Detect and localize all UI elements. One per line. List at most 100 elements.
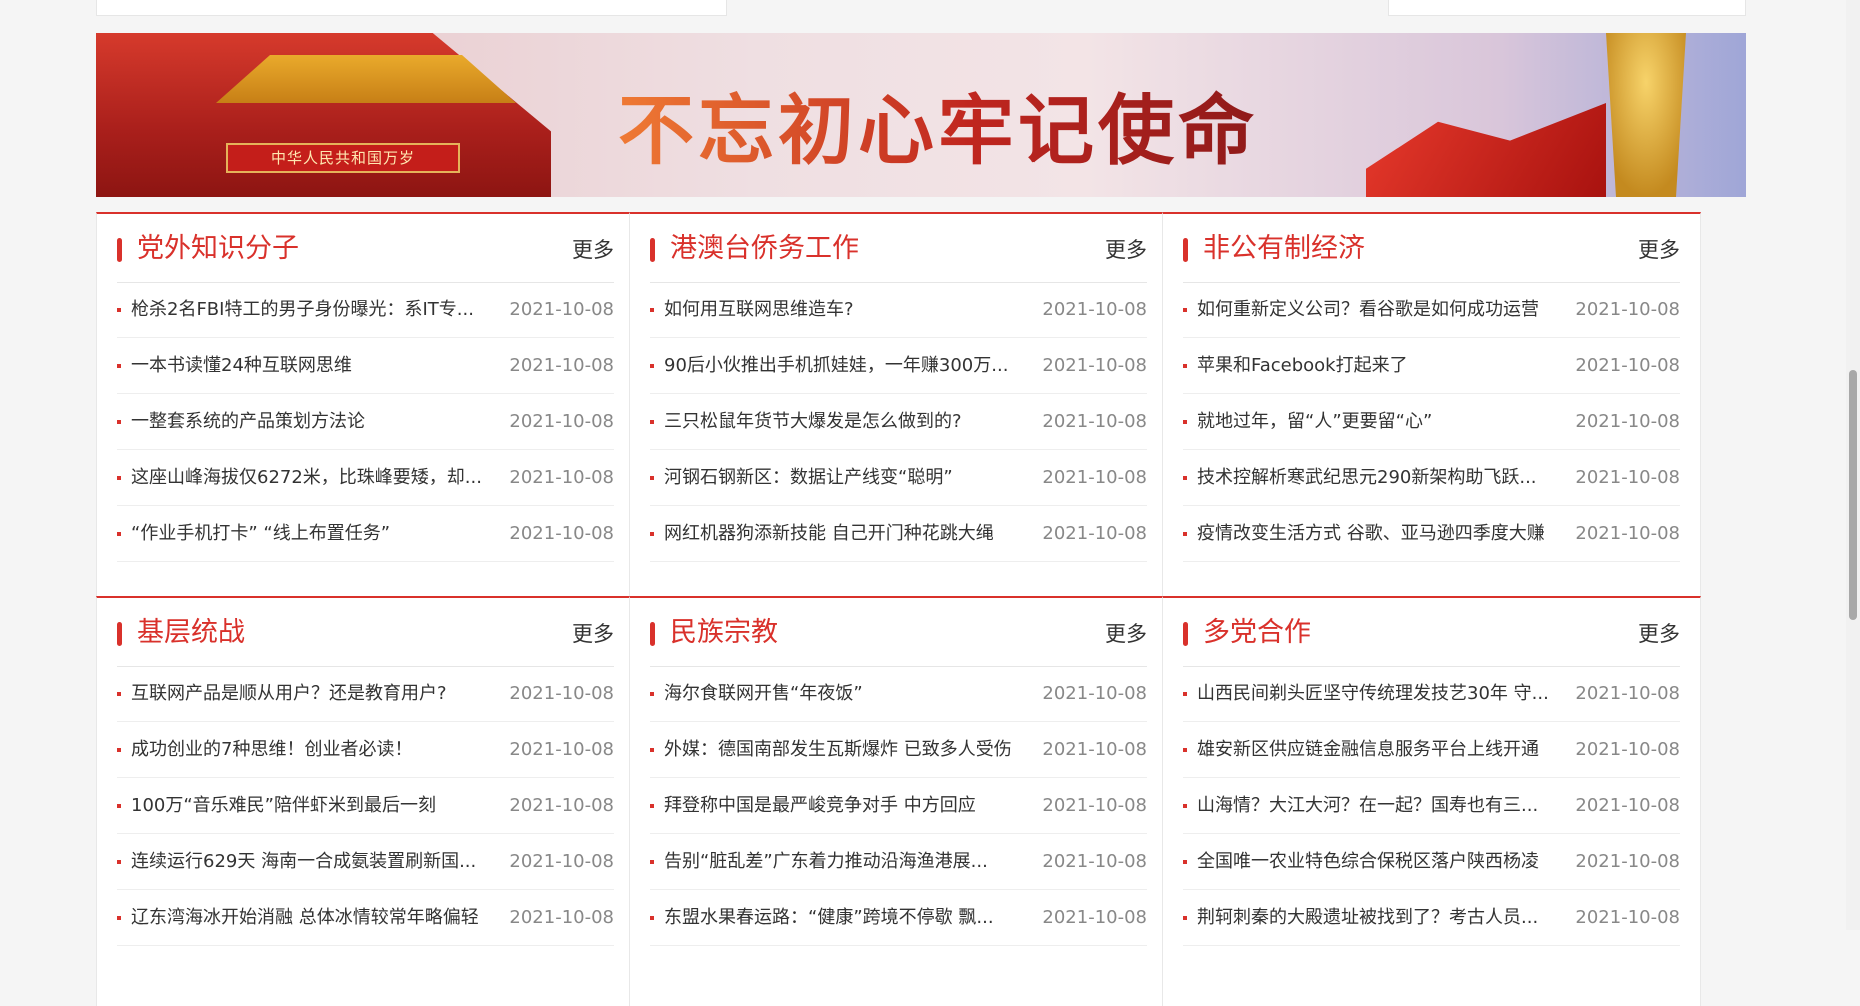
more-link[interactable]: 更多	[1105, 236, 1147, 264]
news-title-link[interactable]: 河钢石钢新区：数据让产线变“聪明”	[664, 450, 1034, 505]
news-date: 2021-10-08	[509, 739, 614, 760]
news-title-link[interactable]: 这座山峰海拔仅6272米，比珠峰要矮，却...	[131, 450, 501, 505]
news-title-link[interactable]: 外媒：德国南部发生瓦斯爆炸 已致多人受伤	[664, 722, 1034, 777]
news-item[interactable]: 90后小伙推出手机抓娃娃，一年赚300万... 2021-10-08	[650, 338, 1147, 394]
bullet-icon	[117, 804, 121, 808]
news-title-link[interactable]: 辽东湾海冰开始消融 总体冰情较常年略偏轻	[131, 890, 501, 945]
news-title-link[interactable]: 网红机器狗添新技能 自己开门种花跳大绳	[664, 506, 1034, 561]
news-item[interactable]: 海尔食联网开售“年夜饭” 2021-10-08	[650, 666, 1147, 722]
section-title[interactable]: 基层统战	[137, 616, 245, 650]
news-title-link[interactable]: 山海情？大江大河？在一起？国寿也有三...	[1197, 778, 1567, 833]
news-title-link[interactable]: 三只松鼠年货节大爆发是怎么做到的?	[664, 394, 1034, 449]
news-item[interactable]: 连续运行629天 海南一合成氨装置刷新国... 2021-10-08	[117, 834, 614, 890]
news-date: 2021-10-08	[509, 851, 614, 872]
bullet-icon	[117, 860, 121, 864]
news-date: 2021-10-08	[509, 523, 614, 544]
news-item[interactable]: 拜登称中国是最严峻竞争对手 中方回应 2021-10-08	[650, 778, 1147, 834]
news-item[interactable]: 山海情？大江大河？在一起？国寿也有三... 2021-10-08	[1183, 778, 1680, 834]
news-item[interactable]: 一整套系统的产品策划方法论 2021-10-08	[117, 394, 614, 450]
news-item[interactable]: 全国唯一农业特色综合保税区落户陕西杨凌 2021-10-08	[1183, 834, 1680, 890]
bullet-icon	[650, 308, 654, 312]
news-date: 2021-10-08	[1575, 907, 1680, 928]
news-item[interactable]: 东盟水果春运路：“健康”跨境不停歇 飘... 2021-10-08	[650, 890, 1147, 946]
news-title-link[interactable]: 东盟水果春运路：“健康”跨境不停歇 飘...	[664, 890, 1034, 945]
news-title-link[interactable]: 一本书读懂24种互联网思维	[131, 338, 501, 393]
news-item[interactable]: 如何重新定义公司？看谷歌是如何成功运营 2021-10-08	[1183, 282, 1680, 338]
news-item[interactable]: 网红机器狗添新技能 自己开门种花跳大绳 2021-10-08	[650, 506, 1147, 562]
news-title-link[interactable]: 100万“音乐难民”陪伴虾米到最后一刻	[131, 778, 501, 833]
section-title[interactable]: 非公有制经济	[1203, 232, 1365, 266]
news-list: 枪杀2名FBI特工的男子身份曝光：系IT专... 2021-10-08 一本书读懂2…	[117, 282, 614, 562]
news-date: 2021-10-08	[509, 411, 614, 432]
news-title-link[interactable]: 告别“脏乱差”广东着力推动沿海渔港展...	[664, 834, 1034, 889]
news-date: 2021-10-08	[509, 299, 614, 320]
news-title-link[interactable]: 90后小伙推出手机抓娃娃，一年赚300万...	[664, 338, 1034, 393]
news-title-link[interactable]: 一整套系统的产品策划方法论	[131, 394, 501, 449]
bullet-icon	[650, 420, 654, 424]
news-title-link[interactable]: 连续运行629天 海南一合成氨装置刷新国...	[131, 834, 501, 889]
news-item[interactable]: 辽东湾海冰开始消融 总体冰情较常年略偏轻 2021-10-08	[117, 890, 614, 946]
news-item[interactable]: 雄安新区供应链金融信息服务平台上线开通 2021-10-08	[1183, 722, 1680, 778]
news-item[interactable]: 河钢石钢新区：数据让产线变“聪明” 2021-10-08	[650, 450, 1147, 506]
news-title-link[interactable]: 拜登称中国是最严峻竞争对手 中方回应	[664, 778, 1034, 833]
news-title-link[interactable]: 互联网产品是顺从用户？还是教育用户?	[131, 666, 501, 721]
news-item[interactable]: 技术控解析寒武纪思元290新架构助飞跃... 2021-10-08	[1183, 450, 1680, 506]
news-list: 如何用互联网思维造车? 2021-10-08 90后小伙推出手机抓娃娃，一年赚300…	[650, 282, 1147, 562]
news-title-link[interactable]: 荆轲刺秦的大殿遗址被找到了？考古人员...	[1197, 890, 1567, 945]
news-title-link[interactable]: “作业手机打卡” “线上布置任务”	[131, 506, 501, 561]
news-item[interactable]: 外媒：德国南部发生瓦斯爆炸 已致多人受伤 2021-10-08	[650, 722, 1147, 778]
section-accent-bar	[1183, 622, 1188, 646]
banner[interactable]: 中华人民共和国万岁 不忘初心牢记使命	[96, 33, 1746, 197]
news-item[interactable]: 三只松鼠年货节大爆发是怎么做到的? 2021-10-08	[650, 394, 1147, 450]
news-item[interactable]: 告别“脏乱差”广东着力推动沿海渔港展... 2021-10-08	[650, 834, 1147, 890]
more-link[interactable]: 更多	[572, 620, 614, 648]
section-header: 基层统战 更多	[117, 598, 614, 667]
news-title-link[interactable]: 疫情改变生活方式 谷歌、亚马逊四季度大赚	[1197, 506, 1567, 561]
section-title[interactable]: 多党合作	[1203, 616, 1311, 650]
bullet-icon	[1183, 364, 1187, 368]
news-item[interactable]: 就地过年，留“人”更要留“心” 2021-10-08	[1183, 394, 1680, 450]
news-item[interactable]: 荆轲刺秦的大殿遗址被找到了？考古人员... 2021-10-08	[1183, 890, 1680, 946]
news-title-link[interactable]: 如何重新定义公司？看谷歌是如何成功运营	[1197, 282, 1567, 337]
scrollbar-thumb[interactable]	[1849, 370, 1857, 620]
more-link[interactable]: 更多	[1638, 236, 1680, 264]
section-title[interactable]: 党外知识分子	[137, 232, 299, 266]
news-title-link[interactable]: 就地过年，留“人”更要留“心”	[1197, 394, 1567, 449]
news-title-link[interactable]: 海尔食联网开售“年夜饭”	[664, 666, 1034, 721]
news-item[interactable]: 苹果和Facebook打起来了 2021-10-08	[1183, 338, 1680, 394]
news-title-link[interactable]: 技术控解析寒武纪思元290新架构助飞跃...	[1197, 450, 1567, 505]
news-date: 2021-10-08	[1042, 523, 1147, 544]
news-item[interactable]: 疫情改变生活方式 谷歌、亚马逊四季度大赚 2021-10-08	[1183, 506, 1680, 562]
news-item[interactable]: 山西民间剃头匠坚守传统理发技艺30年 守... 2021-10-08	[1183, 666, 1680, 722]
news-date: 2021-10-08	[1042, 299, 1147, 320]
news-title-link[interactable]: 全国唯一农业特色综合保税区落户陕西杨凌	[1197, 834, 1567, 889]
section-accent-bar	[1183, 238, 1188, 262]
news-item[interactable]: 100万“音乐难民”陪伴虾米到最后一刻 2021-10-08	[117, 778, 614, 834]
section-card: 基层统战 更多 互联网产品是顺从用户？还是教育用户? 2021-10-08 成功创业的7…	[96, 596, 635, 1006]
news-title-link[interactable]: 山西民间剃头匠坚守传统理发技艺30年 守...	[1197, 666, 1567, 721]
news-item[interactable]: 互联网产品是顺从用户？还是教育用户? 2021-10-08	[117, 666, 614, 722]
news-item[interactable]: 这座山峰海拔仅6272米，比珠峰要矮，却... 2021-10-08	[117, 450, 614, 506]
news-list: 山西民间剃头匠坚守传统理发技艺30年 守... 2021-10-08 雄安新区供应链…	[1183, 666, 1680, 946]
more-link[interactable]: 更多	[1638, 620, 1680, 648]
news-title-link[interactable]: 雄安新区供应链金融信息服务平台上线开通	[1197, 722, 1567, 777]
banner-slogan: 不忘初心牢记使命	[618, 69, 1258, 179]
more-link[interactable]: 更多	[1105, 620, 1147, 648]
news-title-link[interactable]: 苹果和Facebook打起来了	[1197, 338, 1567, 393]
section-title[interactable]: 港澳台侨务工作	[670, 232, 859, 266]
news-date: 2021-10-08	[1042, 683, 1147, 704]
bullet-icon	[650, 692, 654, 696]
more-link[interactable]: 更多	[572, 236, 614, 264]
vertical-scrollbar[interactable]	[1846, 0, 1860, 930]
news-item[interactable]: 如何用互联网思维造车? 2021-10-08	[650, 282, 1147, 338]
news-title-link[interactable]: 如何用互联网思维造车?	[664, 282, 1034, 337]
news-title-link[interactable]: 枪杀2名FBI特工的男子身份曝光：系IT专...	[131, 282, 501, 337]
news-list: 互联网产品是顺从用户？还是教育用户? 2021-10-08 成功创业的7种思维！创业…	[117, 666, 614, 946]
news-item[interactable]: 枪杀2名FBI特工的男子身份曝光：系IT专... 2021-10-08	[117, 282, 614, 338]
news-title-link[interactable]: 成功创业的7种思维！创业者必读！	[131, 722, 501, 777]
news-item[interactable]: 一本书读懂24种互联网思维 2021-10-08	[117, 338, 614, 394]
bullet-icon	[117, 532, 121, 536]
news-item[interactable]: 成功创业的7种思维！创业者必读！ 2021-10-08	[117, 722, 614, 778]
news-item[interactable]: “作业手机打卡” “线上布置任务” 2021-10-08	[117, 506, 614, 562]
section-title[interactable]: 民族宗教	[670, 616, 778, 650]
